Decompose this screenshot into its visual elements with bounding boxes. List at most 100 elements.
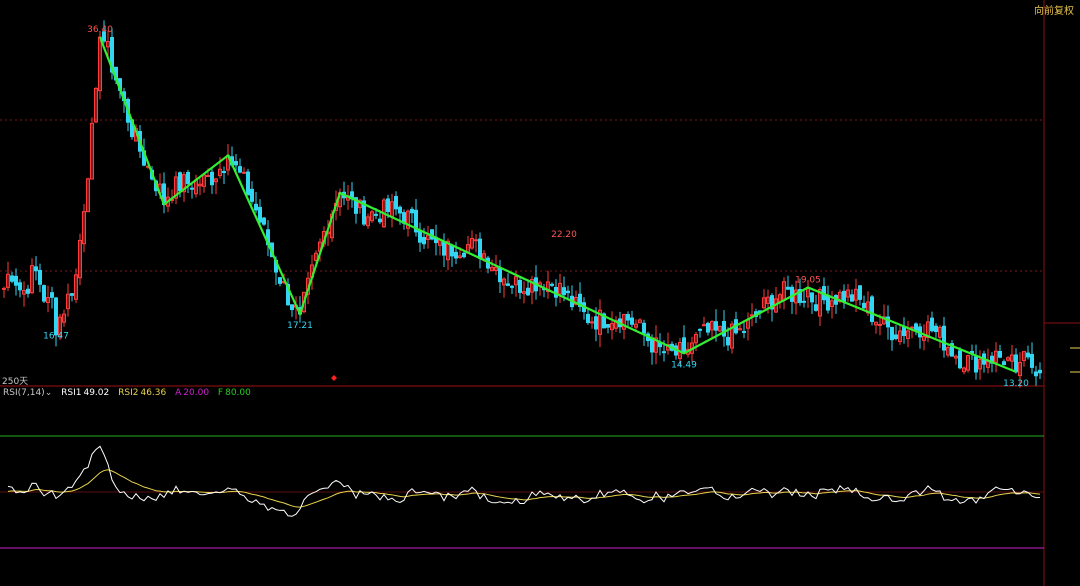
candle-body xyxy=(70,293,74,296)
candle-body xyxy=(786,286,790,290)
candle-body xyxy=(510,285,514,288)
candle-body xyxy=(2,287,6,290)
candle-body xyxy=(258,206,262,223)
rights-label[interactable]: 向前复权 xyxy=(1034,2,1074,17)
candle-body xyxy=(518,279,522,293)
candlesticks xyxy=(2,20,1042,388)
candle-body xyxy=(742,330,746,333)
candle-body xyxy=(698,328,702,331)
candle-body xyxy=(714,321,718,331)
candle-body xyxy=(14,275,18,286)
candle-body xyxy=(814,304,818,311)
candle-body xyxy=(38,269,42,285)
rsi2-line xyxy=(7,469,1041,508)
rsi-panel xyxy=(0,435,1044,549)
indicator-name[interactable]: RSI(7,14) xyxy=(3,388,45,398)
candle-body xyxy=(398,206,402,214)
price-label: 13.20 xyxy=(1003,379,1029,389)
candle-body xyxy=(386,198,390,213)
candle-body xyxy=(850,294,854,302)
candle-body xyxy=(706,322,710,333)
candle-body xyxy=(998,350,1002,358)
candle-body xyxy=(862,302,866,309)
zigzag-polyline xyxy=(98,36,1017,373)
candle-body xyxy=(450,244,454,257)
candle-body xyxy=(478,238,482,259)
candle-body xyxy=(246,171,250,196)
candle-body xyxy=(878,323,882,326)
f-value: 80.00 xyxy=(225,388,251,398)
candle-body xyxy=(394,195,398,210)
candle-body xyxy=(594,316,598,330)
candle-body xyxy=(290,304,294,311)
indicator-header: RSI(7,14)⌄ RSI1 49.02 RSI2 46.36 A 20.00 F8… xyxy=(3,388,257,398)
candle-body xyxy=(826,294,830,311)
candle-body xyxy=(894,334,898,340)
candle-body xyxy=(42,285,46,302)
candle-body xyxy=(914,323,918,331)
candle-body xyxy=(606,324,610,328)
candle-body xyxy=(254,203,258,211)
rsi1-value: 49.02 xyxy=(83,388,110,398)
a-value: 20.00 xyxy=(183,388,210,398)
marker-diamond xyxy=(331,375,337,381)
candle-body xyxy=(930,317,934,332)
f-label: F xyxy=(217,388,224,398)
candle-body xyxy=(642,322,646,334)
candle-body xyxy=(26,288,30,294)
candle-body xyxy=(626,314,630,321)
candle-body xyxy=(186,171,190,185)
candle-body xyxy=(498,267,502,283)
price-label: 19.05 xyxy=(795,275,821,285)
candle-body xyxy=(630,317,634,325)
candle-body xyxy=(1030,353,1034,368)
price-label: 22.20 xyxy=(551,230,577,240)
candle-body xyxy=(506,283,510,286)
candle-body xyxy=(18,282,22,291)
candle-body xyxy=(378,218,382,223)
candle-body xyxy=(1002,361,1006,366)
candle-body xyxy=(974,356,978,373)
rsi1-label: RSI1 xyxy=(61,388,82,398)
candle-body xyxy=(810,292,814,303)
candle-body xyxy=(722,321,726,337)
zigzag-line: 36.40 16.47 17.21 22.20 14.49 19.05 13.20 xyxy=(43,25,1029,389)
candle-body xyxy=(422,236,426,245)
a-label: A xyxy=(175,388,182,398)
candle-body xyxy=(250,188,254,202)
candle-body xyxy=(206,175,210,178)
candle-body xyxy=(374,213,378,216)
candle-body xyxy=(238,166,242,173)
candle-body xyxy=(590,321,594,324)
candle-body xyxy=(662,351,666,354)
chevron-down-icon[interactable]: ⌄ xyxy=(45,388,53,398)
rsi2-value: 46.36 xyxy=(140,388,167,398)
candle-body xyxy=(682,337,686,354)
candle-body xyxy=(262,217,266,225)
price-label: 14.49 xyxy=(671,360,697,370)
candle-body xyxy=(726,336,730,346)
candle-body xyxy=(442,241,446,256)
candle-body xyxy=(234,161,238,166)
candle-body xyxy=(586,313,590,324)
candle-body xyxy=(526,287,530,296)
candle-body xyxy=(454,251,458,259)
candle-body xyxy=(222,171,226,174)
candle-body xyxy=(562,287,566,296)
price-label: 17.21 xyxy=(287,321,313,331)
rsi1-line xyxy=(7,445,1041,517)
candle-body xyxy=(474,239,478,242)
price-label: 36.40 xyxy=(87,25,113,35)
candle-body xyxy=(550,283,554,286)
candle-body xyxy=(1038,369,1042,374)
candle-body xyxy=(54,297,58,336)
candle-body xyxy=(858,285,862,300)
candle-body xyxy=(10,275,14,282)
candle-body xyxy=(870,296,874,323)
candle-body xyxy=(566,290,570,294)
price-label: 16.47 xyxy=(43,332,69,342)
stock-chart: 36.40 16.47 17.21 22.20 14.49 19.05 13.20 xyxy=(0,0,1080,586)
candle-body xyxy=(242,171,246,174)
candle-body xyxy=(278,277,282,284)
candle-body xyxy=(1014,354,1018,373)
